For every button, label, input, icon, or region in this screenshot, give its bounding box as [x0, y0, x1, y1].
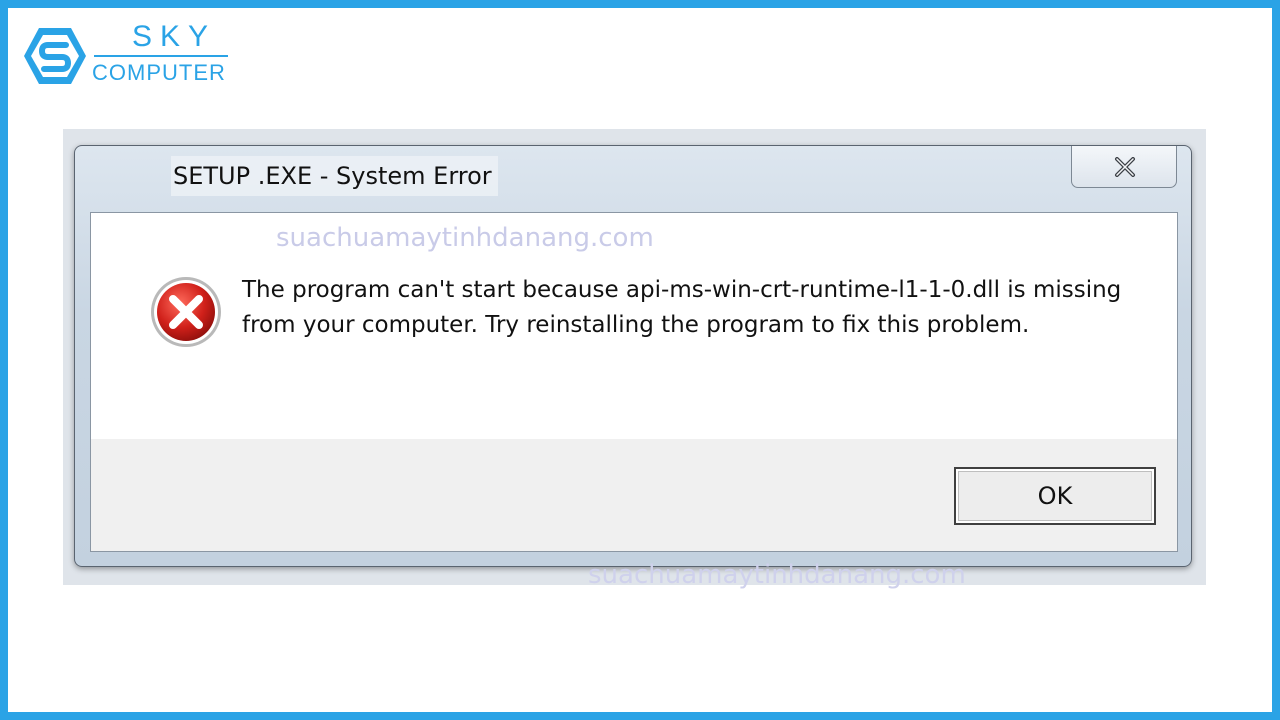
- logo-text-sky: SKY: [132, 20, 217, 53]
- close-button[interactable]: [1071, 146, 1177, 188]
- error-dialog: SETUP .EXE - System Error The program ca…: [74, 145, 1192, 567]
- logo-divider: [94, 55, 228, 57]
- dialog-client-area: The program can't start because api-ms-w…: [90, 212, 1178, 552]
- watermark-text-bottom: suachuamaytinhdanang.com: [588, 560, 966, 590]
- dialog-title: SETUP .EXE - System Error: [171, 156, 498, 196]
- logo-text-computer: COMPUTER: [92, 60, 226, 85]
- ok-button[interactable]: OK: [954, 467, 1156, 525]
- logo-mark-icon: [24, 28, 86, 84]
- error-message: The program can't start because api-ms-w…: [242, 277, 1122, 338]
- error-icon: [151, 277, 221, 347]
- watermark-text: suachuamaytinhdanang.com: [276, 223, 654, 253]
- logo: SKY COMPUTER: [22, 20, 242, 92]
- close-icon: [1115, 157, 1135, 177]
- message-panel: The program can't start because api-ms-w…: [91, 213, 1177, 439]
